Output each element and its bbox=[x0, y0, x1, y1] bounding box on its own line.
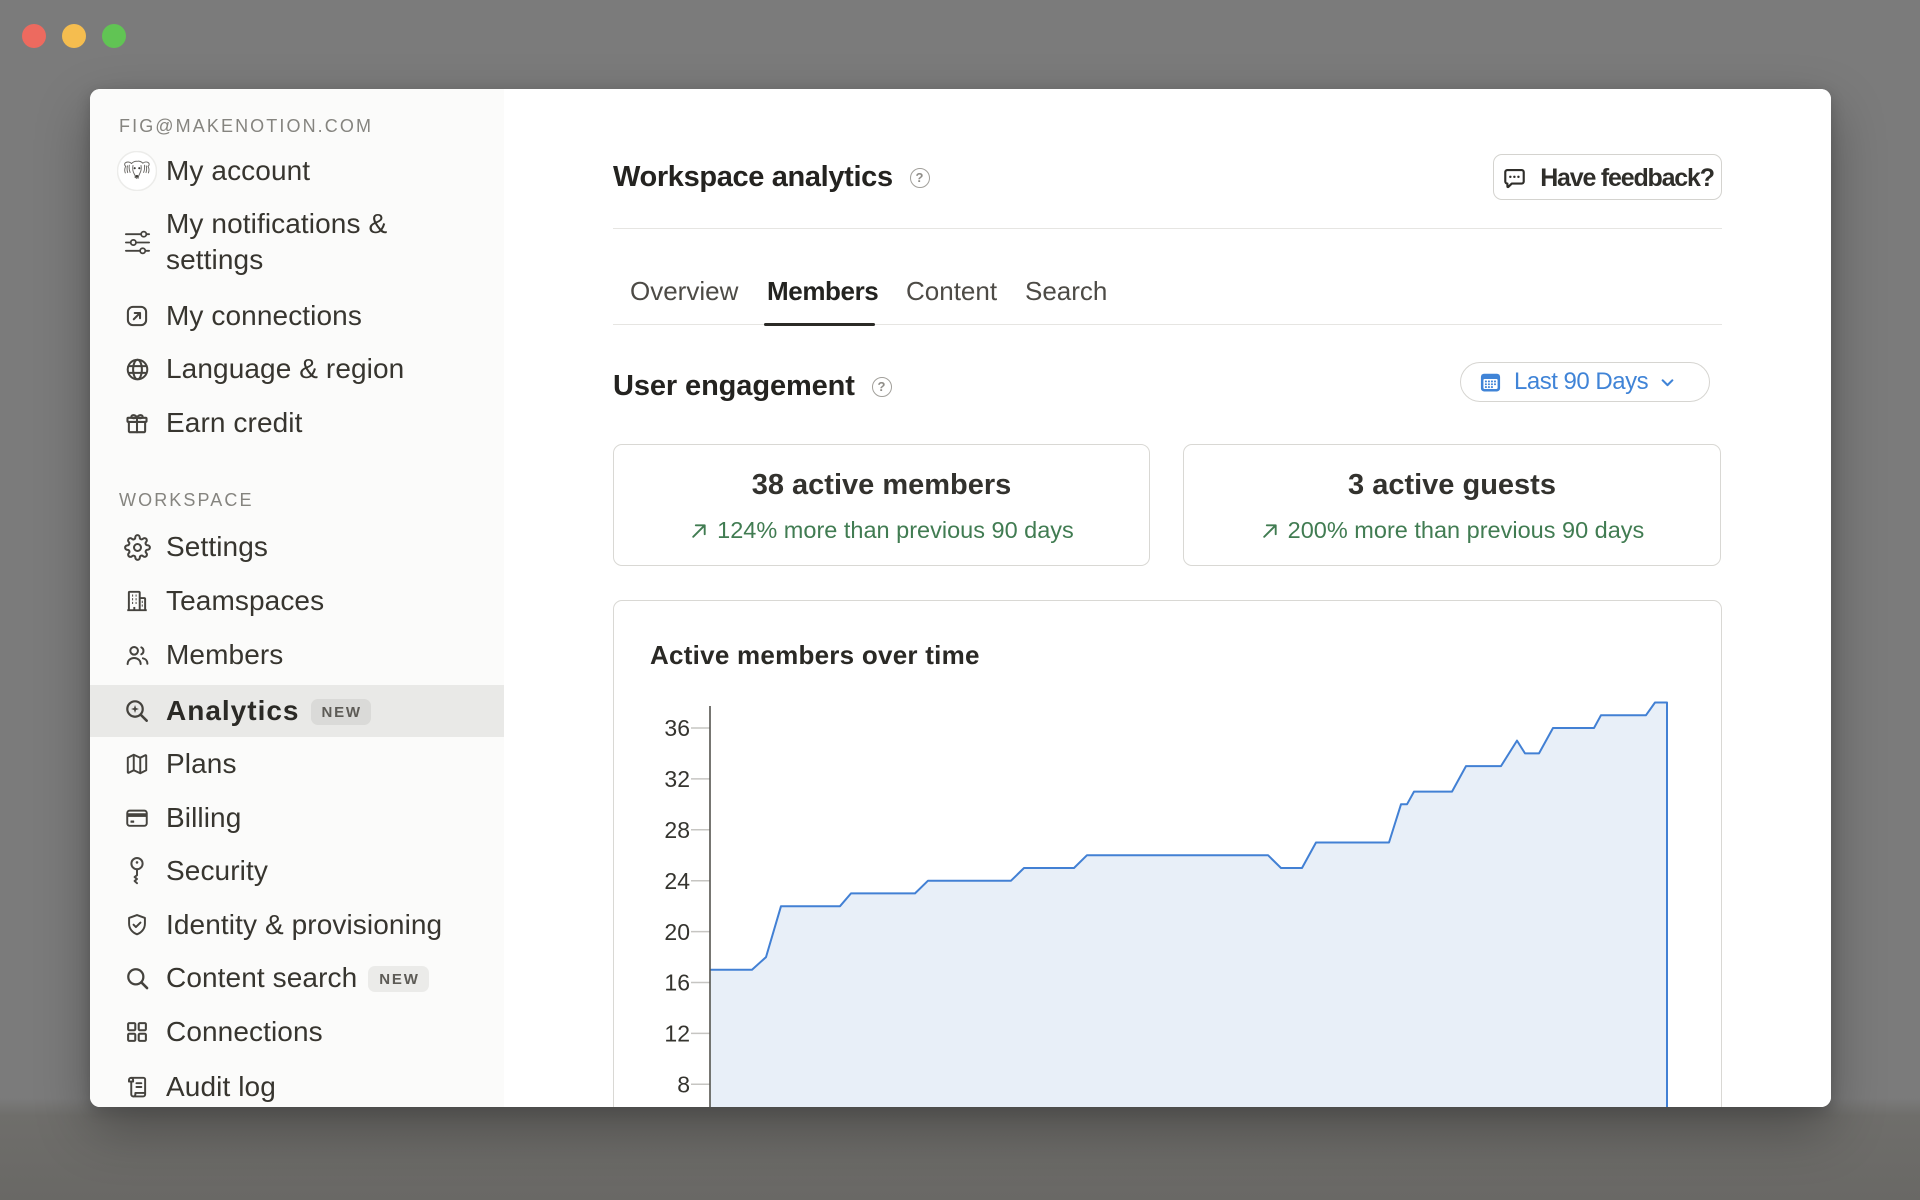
svg-text:16: 16 bbox=[664, 970, 690, 996]
svg-text:8: 8 bbox=[677, 1072, 690, 1098]
svg-text:32: 32 bbox=[664, 766, 690, 792]
svg-text:20: 20 bbox=[664, 919, 690, 945]
svg-text:36: 36 bbox=[664, 715, 690, 741]
svg-text:12: 12 bbox=[664, 1021, 690, 1047]
svg-text:24: 24 bbox=[664, 868, 690, 894]
svg-text:28: 28 bbox=[664, 817, 690, 843]
